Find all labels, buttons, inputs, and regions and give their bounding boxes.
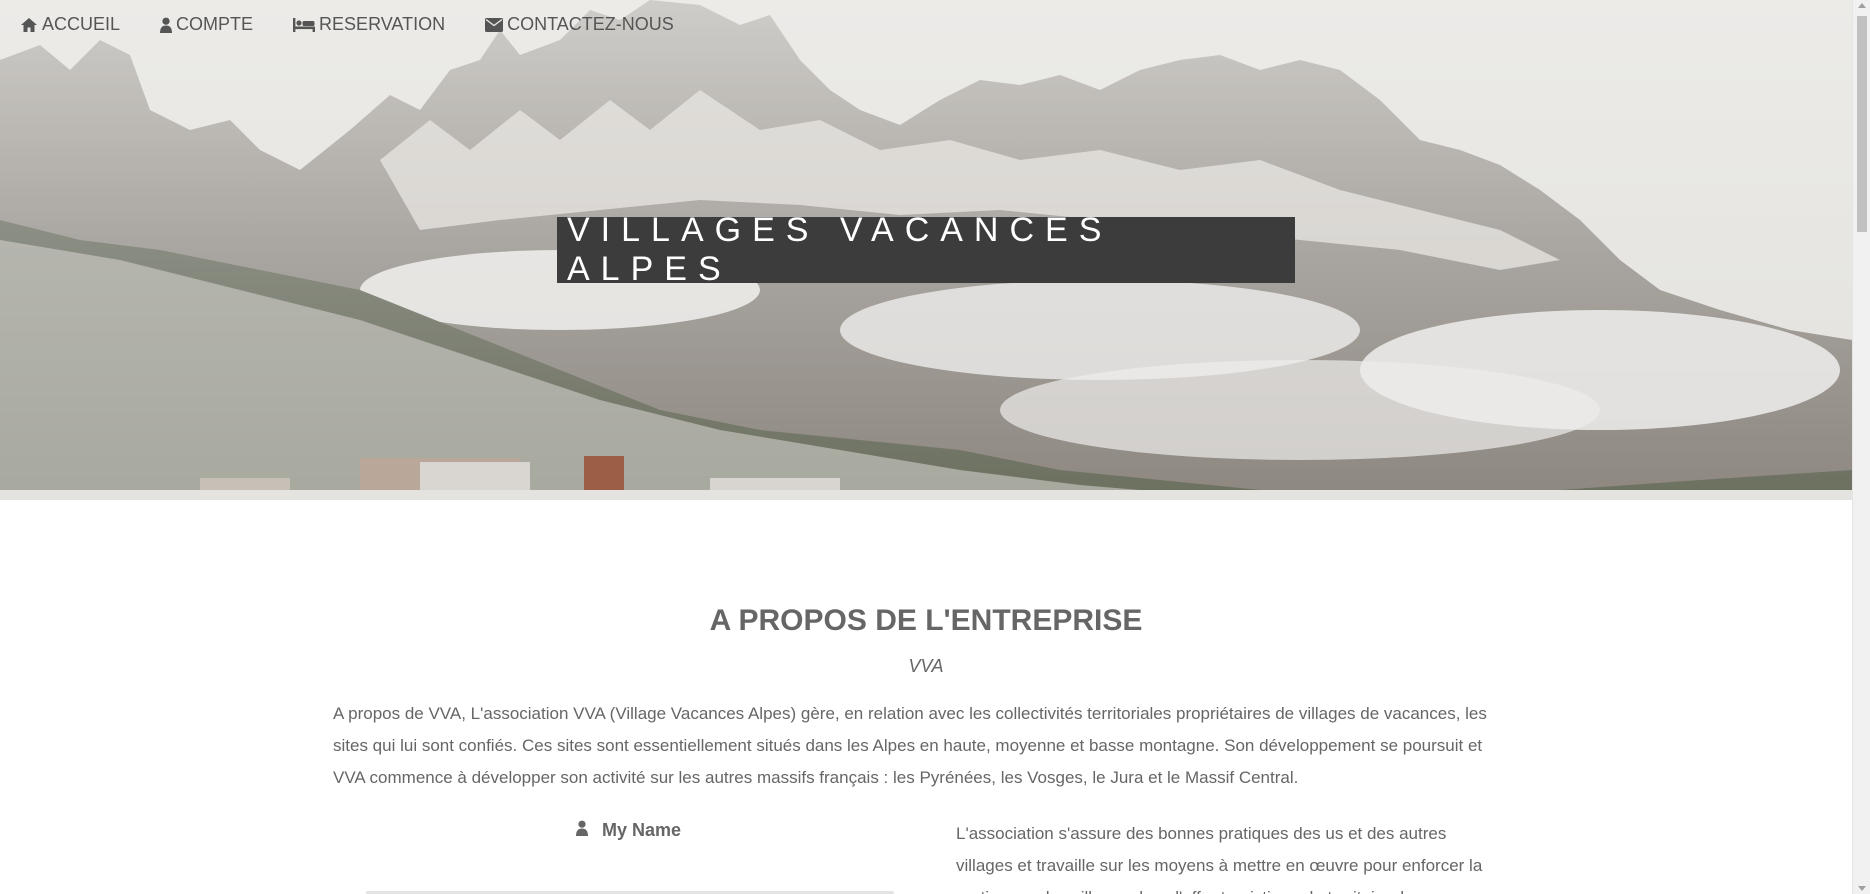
scroll-thumb[interactable]	[1857, 16, 1867, 232]
about-subtitle: VVA	[908, 656, 944, 676]
nav-label: CONTACTEZ-NOUS	[507, 14, 674, 34]
nav-label: COMPTE	[176, 14, 254, 34]
nav-item-contactez-nous[interactable]: CONTACTEZ-NOUS	[485, 14, 674, 35]
nav-item-reservation[interactable]: RESERVATION	[293, 14, 445, 35]
main-nav: ACCUEIL COMPTE RESERVATION CONTACTEZ-NOU…	[20, 14, 674, 35]
nav-label: ACCUEIL	[42, 14, 121, 34]
envelope-icon	[485, 17, 504, 32]
home-icon	[20, 17, 38, 33]
name-field-label: My Name	[576, 820, 681, 841]
about-heading: A PROPOS DE L'ENTREPRISE	[709, 604, 1143, 637]
name-label-text: My Name	[602, 820, 682, 840]
nav-label: RESERVATION	[319, 14, 446, 34]
user-icon	[160, 17, 173, 33]
bed-icon	[293, 17, 316, 32]
site-title: VILLAGES VACANCES ALPES	[557, 211, 1295, 288]
side-paragraph: L'association s'assure des bonnes pratiq…	[956, 824, 1483, 894]
page-scrollbar[interactable]	[1852, 0, 1870, 894]
nav-item-compte[interactable]: COMPTE	[160, 14, 253, 35]
about-paragraph: A propos de VVA, L'association VVA (Vill…	[333, 704, 1487, 787]
scroll-down-arrow-icon[interactable]	[1858, 886, 1866, 891]
user-icon	[576, 820, 588, 841]
scroll-up-arrow-icon[interactable]	[1858, 3, 1866, 8]
nav-item-accueil[interactable]: ACCUEIL	[20, 14, 120, 35]
